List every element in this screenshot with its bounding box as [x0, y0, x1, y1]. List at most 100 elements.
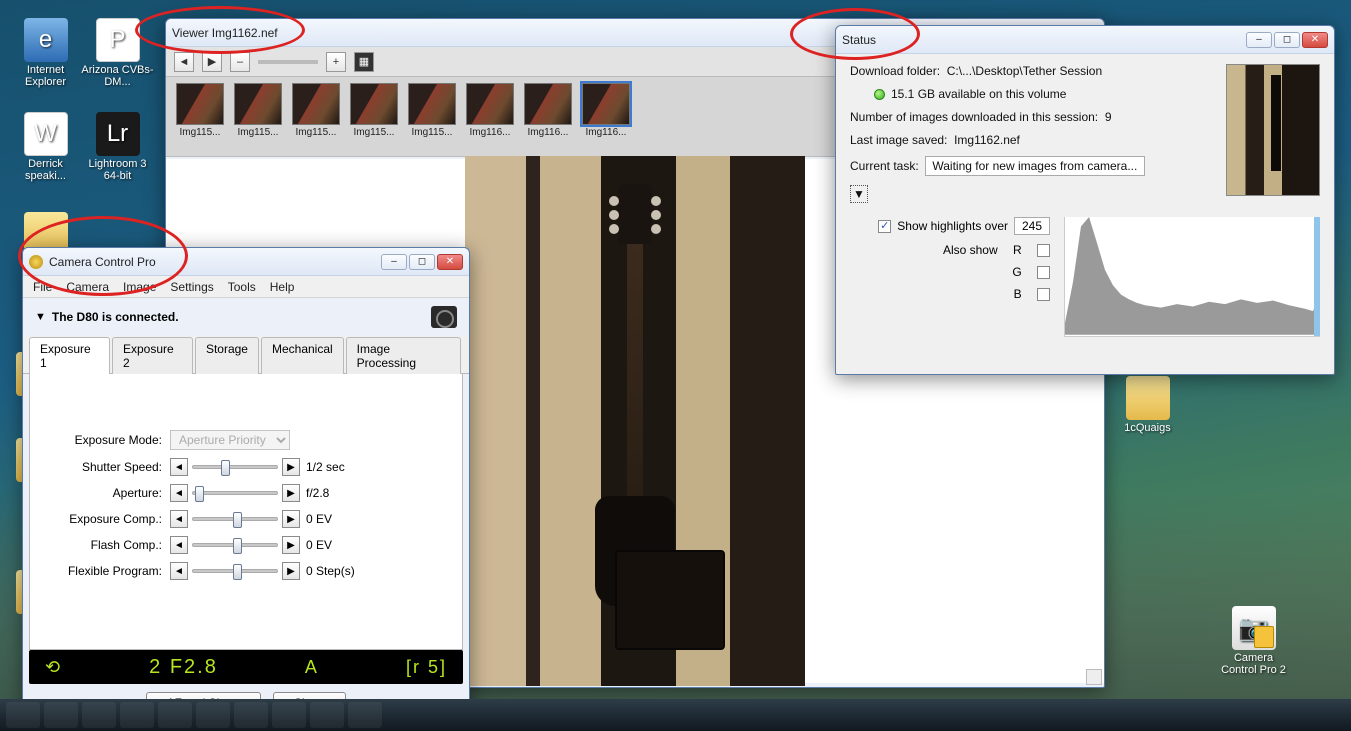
shutter-slider[interactable]: [192, 465, 278, 469]
current-task-label: Current task:: [850, 159, 919, 173]
taskbar-item[interactable]: [120, 702, 154, 728]
play-icon[interactable]: ▶: [202, 52, 222, 72]
tab[interactable]: Storage: [195, 337, 259, 374]
taskbar-item[interactable]: [234, 702, 268, 728]
taskbar-item[interactable]: [348, 702, 382, 728]
taskbar[interactable]: [0, 699, 1351, 731]
thumbnail-image: [524, 83, 572, 125]
fit-screen-icon[interactable]: ▦: [354, 52, 374, 72]
menu-item[interactable]: Tools: [228, 280, 256, 294]
taskbar-item[interactable]: [6, 702, 40, 728]
channel-g-checkbox[interactable]: [1037, 266, 1050, 279]
disclosure-triangle-icon[interactable]: ▼: [35, 311, 46, 323]
minimize-button[interactable]: –: [1246, 32, 1272, 48]
thumbnail[interactable]: Img115...: [408, 83, 456, 138]
flash-comp-label: Flash Comp.:: [50, 538, 170, 552]
app-icon: Lr: [96, 112, 140, 156]
camera-control-window: Camera Control Pro – ◻ ✕ File Camera Image…: [22, 247, 470, 717]
exposure-mode-label: Exposure Mode:: [50, 433, 170, 447]
connection-status-row: ▼ The D80 is connected.: [23, 298, 469, 332]
desktop-icon[interactable]: LrLightroom 3 64-bit: [80, 112, 155, 182]
thumbnail-image: [234, 83, 282, 125]
highlights-threshold-input[interactable]: 245: [1014, 217, 1050, 235]
desktop-icon[interactable]: eInternet Explorer: [8, 18, 83, 88]
aperture-slider[interactable]: [192, 491, 278, 495]
exp-comp-label: Exposure Comp.:: [50, 512, 170, 526]
channel-r-label: R: [1013, 243, 1022, 257]
thumbnail[interactable]: Img116...: [466, 83, 514, 138]
prev-icon[interactable]: ◄: [174, 52, 194, 72]
thumbnail-label: Img115...: [408, 127, 456, 138]
taskbar-item[interactable]: [44, 702, 78, 728]
minimize-button[interactable]: –: [381, 254, 407, 270]
taskbar-item[interactable]: [272, 702, 306, 728]
expcomp-inc-button[interactable]: ▶: [282, 510, 300, 528]
menu-item[interactable]: Camera: [66, 280, 109, 294]
menu-item[interactable]: Image: [123, 280, 156, 294]
close-button[interactable]: ✕: [437, 254, 463, 270]
tab[interactable]: Image Processing: [346, 337, 461, 374]
shutter-inc-button[interactable]: ▶: [282, 458, 300, 476]
flashcomp-dec-button[interactable]: ◄: [170, 536, 188, 554]
ccp-titlebar[interactable]: Camera Control Pro – ◻ ✕: [23, 248, 469, 276]
zoom-in-icon[interactable]: +: [326, 52, 346, 72]
zoom-out-icon[interactable]: –: [230, 52, 250, 72]
menu-item[interactable]: Help: [270, 280, 295, 294]
ccp-menubar: File Camera Image Settings Tools Help: [23, 276, 469, 298]
last-image-value: Img1162.nef: [954, 133, 1020, 147]
thumbnail-image: [292, 83, 340, 125]
menu-item[interactable]: Settings: [170, 280, 213, 294]
taskbar-item[interactable]: [310, 702, 344, 728]
desktop-icon[interactable]: PArizona CVBs-DM...: [80, 18, 155, 88]
icon-label: Arizona CVBs-DM...: [80, 64, 155, 88]
exposure-tab-panel: Exposure Mode: Aperture Priority Shutter…: [29, 374, 463, 650]
aperture-label: Aperture:: [50, 486, 170, 500]
taskbar-item[interactable]: [196, 702, 230, 728]
channel-b-checkbox[interactable]: [1037, 288, 1050, 301]
status-title: Status: [842, 33, 876, 47]
shutter-speed-label: Shutter Speed:: [50, 460, 170, 474]
maximize-button[interactable]: ◻: [1274, 32, 1300, 48]
thumbnail[interactable]: Img115...: [234, 83, 282, 138]
last-image-label: Last image saved:: [850, 133, 947, 147]
show-highlights-checkbox[interactable]: [878, 220, 891, 233]
tab[interactable]: Exposure 1: [29, 337, 110, 374]
zoom-slider[interactable]: [258, 60, 318, 64]
tab[interactable]: Mechanical: [261, 337, 344, 374]
maximize-button[interactable]: ◻: [409, 254, 435, 270]
tab[interactable]: Exposure 2: [112, 337, 193, 374]
thumbnail[interactable]: Img115...: [292, 83, 340, 138]
taskbar-item[interactable]: [158, 702, 192, 728]
ccp-tabs: Exposure 1Exposure 2StorageMechanicalIma…: [23, 336, 469, 374]
thumbnail[interactable]: Img115...: [350, 83, 398, 138]
close-button[interactable]: ✕: [1302, 32, 1328, 48]
flex-slider[interactable]: [192, 569, 278, 573]
icon-label: Camera Control Pro 2: [1216, 652, 1291, 676]
taskbar-item[interactable]: [82, 702, 116, 728]
expcomp-slider[interactable]: [192, 517, 278, 521]
thumbnail-image: [582, 83, 630, 125]
flashcomp-slider[interactable]: [192, 543, 278, 547]
expcomp-dec-button[interactable]: ◄: [170, 510, 188, 528]
desktop-icon[interactable]: 1cQuaigs: [1110, 376, 1185, 434]
aperture-dec-button[interactable]: ◄: [170, 484, 188, 502]
expand-toggle-icon[interactable]: ▼: [850, 185, 868, 203]
shutter-dec-button[interactable]: ◄: [170, 458, 188, 476]
flex-dec-button[interactable]: ◄: [170, 562, 188, 580]
aperture-value: f/2.8: [306, 486, 329, 500]
thumbnail[interactable]: Img116...: [582, 83, 630, 138]
resize-grip-icon[interactable]: [1086, 669, 1102, 685]
flashcomp-inc-button[interactable]: ▶: [282, 536, 300, 554]
flex-inc-button[interactable]: ▶: [282, 562, 300, 580]
disk-space: 15.1 GB available on this volume: [891, 87, 1066, 101]
thumbnail-image: [350, 83, 398, 125]
desktop-icon[interactable]: 📷Camera Control Pro 2: [1216, 606, 1291, 676]
desktop-icon[interactable]: WDerrick speaki...: [8, 112, 83, 182]
menu-item[interactable]: File: [33, 280, 52, 294]
exposure-mode-select[interactable]: Aperture Priority: [170, 430, 290, 450]
channel-r-checkbox[interactable]: [1037, 244, 1050, 257]
thumbnail[interactable]: Img116...: [524, 83, 572, 138]
thumbnail[interactable]: Img115...: [176, 83, 224, 138]
aperture-inc-button[interactable]: ▶: [282, 484, 300, 502]
status-titlebar[interactable]: Status – ◻ ✕: [836, 26, 1334, 54]
